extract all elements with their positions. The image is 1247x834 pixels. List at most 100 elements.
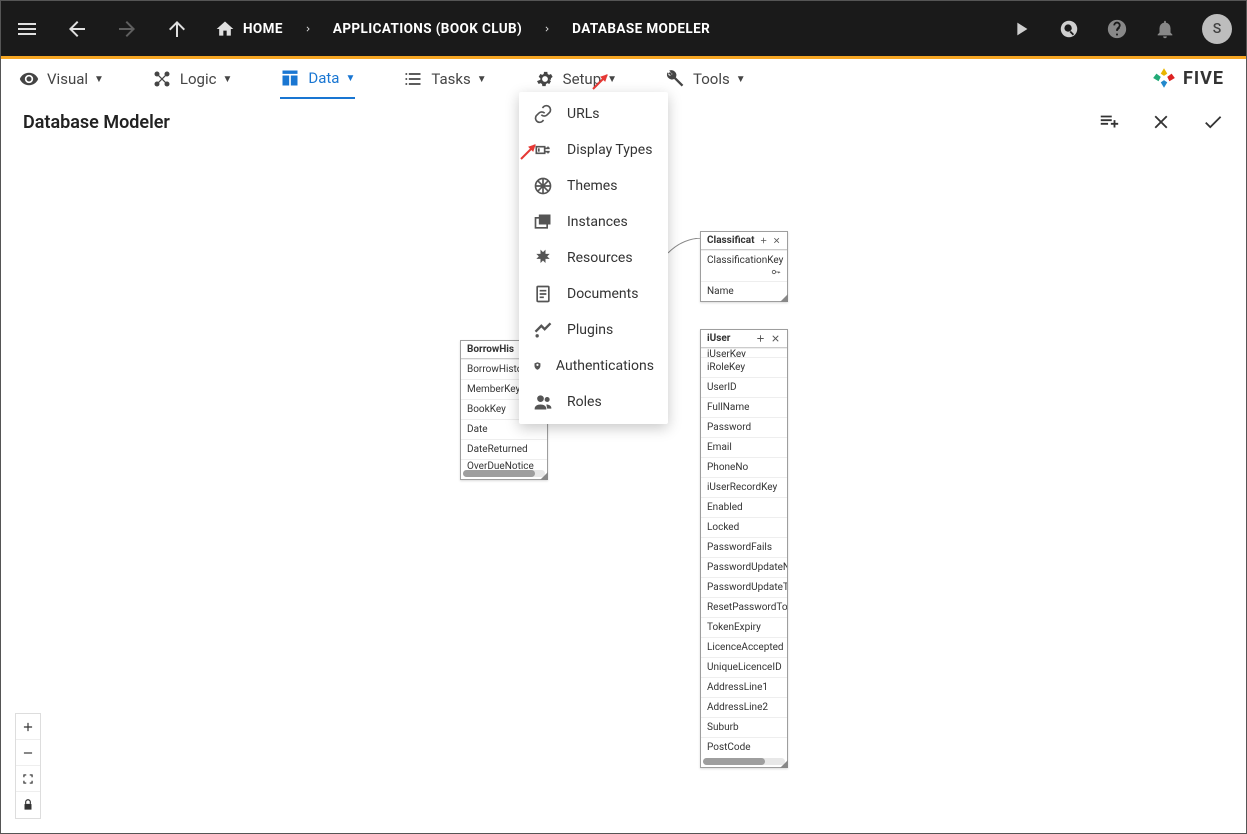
table-row[interactable]: PasswordUpdateNext: [701, 557, 787, 577]
dd-resources-label: Resources: [567, 250, 633, 266]
table-row[interactable]: Locked: [701, 517, 787, 537]
table-row[interactable]: ClassificationKey: [701, 250, 787, 281]
breadcrumb-modeler-label: DATABASE MODELER: [572, 21, 710, 37]
page-title: Database Modeler: [23, 112, 170, 133]
table-row[interactable]: FullName: [701, 397, 787, 417]
zoom-controls: [15, 713, 41, 819]
menu-tasks-label: Tasks: [431, 70, 470, 88]
add-list-icon[interactable]: [1098, 111, 1120, 133]
breadcrumb-modeler[interactable]: DATABASE MODELER: [572, 21, 710, 37]
h-scrollbar[interactable]: [463, 470, 545, 477]
dd-authentications-label: Authentications: [556, 358, 654, 374]
chevron-right-icon: [542, 22, 552, 36]
dd-display-types[interactable]: Display Types: [519, 132, 668, 168]
dd-urls[interactable]: URLs: [519, 96, 668, 132]
table-title: Classificat: [707, 235, 755, 246]
table-row[interactable]: iUserKey: [701, 348, 787, 357]
table-classificat[interactable]: Classificat ClassificationKey Name: [700, 231, 788, 302]
top-bar: HOME APPLICATIONS (BOOK CLUB) DATABASE M…: [1, 1, 1246, 56]
dd-resources[interactable]: Resources: [519, 240, 668, 276]
arrow-annotation: [517, 139, 541, 167]
plus-icon[interactable]: [759, 235, 768, 246]
brand-logo: FIVE: [1151, 65, 1224, 91]
dd-plugins[interactable]: Plugins: [519, 312, 668, 348]
dd-plugins-label: Plugins: [567, 322, 613, 338]
dd-documents-label: Documents: [567, 286, 638, 302]
table-iuser[interactable]: iUser iUserKey iRoleKey UserID FullName …: [700, 329, 788, 768]
chevron-right-icon: [303, 22, 313, 36]
breadcrumb-apps-label: APPLICATIONS (BOOK CLUB): [333, 21, 522, 37]
dd-documents[interactable]: Documents: [519, 276, 668, 312]
table-row[interactable]: TokenExpiry: [701, 617, 787, 637]
up-icon[interactable]: [165, 17, 189, 41]
bell-icon[interactable]: [1154, 18, 1176, 40]
table-row[interactable]: OverDueNotice: [461, 459, 547, 469]
table-row[interactable]: UniqueLicenceID: [701, 657, 787, 677]
zoom-in-button[interactable]: [16, 714, 40, 740]
menu-tools[interactable]: Tools▼: [665, 59, 746, 99]
table-row[interactable]: PostCode: [701, 737, 787, 757]
brand-text: FIVE: [1183, 68, 1224, 89]
close-icon[interactable]: [770, 333, 781, 344]
close-icon[interactable]: [1150, 111, 1172, 133]
table-row[interactable]: Suburb: [701, 717, 787, 737]
key-icon: [771, 267, 781, 277]
table-row[interactable]: PasswordUpdateTime: [701, 577, 787, 597]
dd-instances[interactable]: Instances: [519, 204, 668, 240]
table-row[interactable]: LicenceAccepted: [701, 637, 787, 657]
table-row[interactable]: iUserRecordKey: [701, 477, 787, 497]
plus-icon[interactable]: [755, 333, 766, 344]
avatar[interactable]: S: [1202, 14, 1232, 44]
search-icon[interactable]: [1058, 18, 1080, 40]
menu-data[interactable]: Data▼: [280, 59, 355, 99]
resize-handle[interactable]: [540, 472, 548, 480]
resize-handle[interactable]: [780, 294, 788, 302]
setup-dropdown: URLs Display Types Themes Instances Reso…: [519, 92, 668, 424]
table-row[interactable]: Password: [701, 417, 787, 437]
dd-roles[interactable]: Roles: [519, 384, 668, 420]
table-row[interactable]: UserID: [701, 377, 787, 397]
check-icon[interactable]: [1202, 111, 1224, 133]
dd-themes[interactable]: Themes: [519, 168, 668, 204]
fullscreen-button[interactable]: [16, 766, 40, 792]
table-row[interactable]: PasswordFails: [701, 537, 787, 557]
table-row[interactable]: Name: [701, 281, 787, 301]
play-icon[interactable]: [1010, 18, 1032, 40]
dd-display-types-label: Display Types: [567, 142, 652, 158]
table-row[interactable]: ResetPasswordToken: [701, 597, 787, 617]
dd-authentications[interactable]: Authentications: [519, 348, 668, 384]
table-row[interactable]: Enabled: [701, 497, 787, 517]
zoom-out-button[interactable]: [16, 740, 40, 766]
close-icon[interactable]: [772, 235, 781, 246]
resize-handle[interactable]: [780, 760, 788, 768]
table-row[interactable]: PhoneNo: [701, 457, 787, 477]
menu-tools-label: Tools: [693, 70, 730, 88]
table-row[interactable]: AddressLine1: [701, 677, 787, 697]
table-row[interactable]: DateReturned: [461, 439, 547, 459]
menu-visual-label: Visual: [47, 70, 88, 88]
breadcrumb-home[interactable]: HOME: [215, 19, 283, 39]
forward-icon: [115, 17, 139, 41]
hamburger-icon[interactable]: [15, 17, 39, 41]
lock-button[interactable]: [16, 792, 40, 818]
table-header[interactable]: iUser: [701, 330, 787, 348]
h-scrollbar[interactable]: [703, 758, 785, 765]
breadcrumb-home-label: HOME: [243, 21, 283, 37]
table-row[interactable]: AddressLine2: [701, 697, 787, 717]
menu-logic-label: Logic: [180, 70, 217, 88]
menu-tasks[interactable]: Tasks▼: [403, 59, 486, 99]
table-row[interactable]: iRoleKey: [701, 357, 787, 377]
back-icon[interactable]: [65, 17, 89, 41]
dd-themes-label: Themes: [567, 178, 617, 194]
five-logo-icon: [1151, 65, 1177, 91]
dd-instances-label: Instances: [567, 214, 628, 230]
avatar-letter: S: [1213, 21, 1221, 37]
table-title: BorrowHis: [467, 344, 514, 355]
menu-visual[interactable]: Visual▼: [19, 59, 104, 99]
help-icon[interactable]: [1106, 18, 1128, 40]
table-row[interactable]: Email: [701, 437, 787, 457]
breadcrumb-applications[interactable]: APPLICATIONS (BOOK CLUB): [333, 21, 522, 37]
table-header[interactable]: Classificat: [701, 232, 787, 250]
dd-urls-label: URLs: [567, 106, 599, 122]
menu-logic[interactable]: Logic▼: [152, 59, 232, 99]
